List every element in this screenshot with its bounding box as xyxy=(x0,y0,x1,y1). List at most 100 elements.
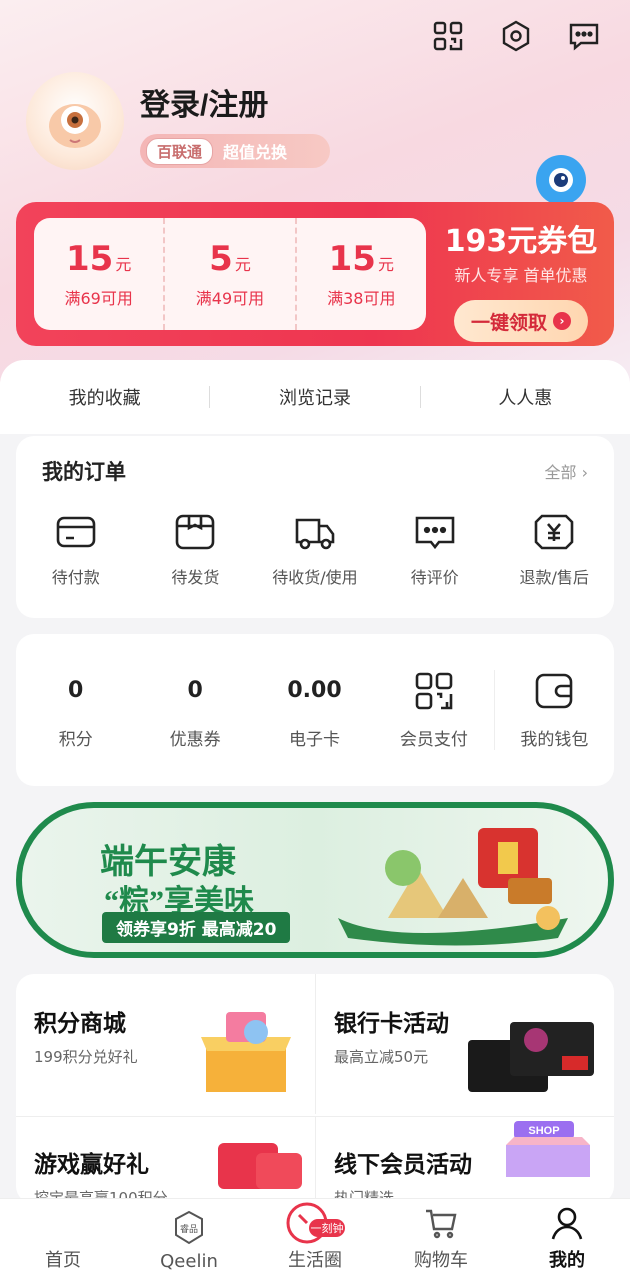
qeelin-icon: 睿品 xyxy=(175,1210,203,1245)
ecard-value: 0.00 xyxy=(287,678,342,703)
tab-label: 购物车 xyxy=(414,1250,468,1271)
coupon-amount: 5 xyxy=(209,239,233,279)
coupons-label: 优惠券 xyxy=(169,729,221,750)
order-refund[interactable]: 退款/售后 xyxy=(494,510,614,588)
coupon-condition: 满38可用 xyxy=(327,289,396,308)
member-pay-label: 会员支付 xyxy=(399,729,468,750)
life-circle-icon: 一刻钟 xyxy=(286,1202,345,1244)
assets-card: 0 积分 0 优惠券 0.00 电子卡 会员支付 我的钱包 xyxy=(16,634,614,786)
bank-card-activity-card[interactable]: 银行卡活动 最高立减50元 xyxy=(315,974,614,1114)
wallet-card-icon xyxy=(56,516,96,548)
order-pending-shipment[interactable]: 待发货 xyxy=(136,510,256,588)
points-item[interactable]: 0 积分 xyxy=(16,671,135,750)
ecard-label: 电子卡 xyxy=(289,729,341,750)
bailian-tag: 百联通 xyxy=(146,137,214,165)
comment-icon xyxy=(415,516,454,550)
tab-label: 生活圈 xyxy=(288,1250,342,1271)
delivery-truck-icon xyxy=(295,518,335,550)
order-label: 待评价 xyxy=(410,568,459,587)
qr-code-icon[interactable] xyxy=(430,18,466,54)
tab-cart[interactable]: 购物车 xyxy=(378,1199,504,1280)
wallet-item[interactable]: 我的钱包 xyxy=(495,671,614,750)
tab-qeelin[interactable]: 睿品 Qeelin xyxy=(126,1199,252,1280)
orders-title: 我的订单 xyxy=(42,460,126,484)
coupon-headline: 193元券包 xyxy=(444,224,598,259)
shop-storefront-icon: SHOP xyxy=(506,1121,590,1177)
member-pay-item[interactable]: 会员支付 xyxy=(374,671,493,750)
coupons-value: 0 xyxy=(187,678,203,703)
coupon-condition: 满49可用 xyxy=(195,289,265,308)
coupon-summary: 193元券包 新人专享 首单优惠 一键领取 › xyxy=(436,216,606,342)
message-icon[interactable] xyxy=(566,18,602,54)
feature-grid: 积分商城 199积分兑好礼 银行卡活动 最高立减50元 游戏赢好礼 挖宝最高赢1… xyxy=(16,974,614,1204)
coupon-item: 15 元 满38可用 xyxy=(297,218,426,330)
login-register-link[interactable]: 登录/注册 xyxy=(140,80,268,124)
zongzi-gift-icon xyxy=(338,828,568,946)
dragon-boat-promo-banner[interactable]: 端午安康 “粽”享美味 领券享9折 最高减20 xyxy=(16,802,614,958)
coupon-unit: 元 xyxy=(115,255,132,274)
bottom-tab-bar: 首页 睿品 Qeelin 一刻钟 生活圈 购物车 我的 xyxy=(0,1198,630,1280)
all-orders-link[interactable]: 全部 › xyxy=(544,459,588,483)
coupon-unit: 元 xyxy=(234,255,251,274)
game-rewards-card[interactable]: 游戏赢好礼 挖宝最高赢100积分 xyxy=(16,1116,315,1204)
tab-label: 首页 xyxy=(45,1250,81,1271)
order-label: 待收货/使用 xyxy=(272,568,358,587)
ecard-item[interactable]: 0.00 电子卡 xyxy=(255,671,374,750)
bank-card-icon xyxy=(468,1022,594,1092)
bailian-exchange-button[interactable]: 百联通 超值兑换 xyxy=(140,134,330,168)
tab-mine[interactable]: 我的 xyxy=(504,1199,630,1280)
tab-home[interactable]: 首页 xyxy=(0,1199,126,1280)
promo-pill: 领券享9折 最高减20 xyxy=(102,912,291,943)
wallet-label: 我的钱包 xyxy=(520,729,589,750)
coupon-amount: 15 xyxy=(328,239,376,279)
coupon-list: 15 元 满69可用 5元 满49可用 15 元 满38可用 xyxy=(34,218,426,330)
member-pay-qr-icon xyxy=(415,672,453,709)
claim-label: 一键领取 xyxy=(470,311,547,334)
order-label: 退款/售后 xyxy=(519,568,589,587)
mascot-avatar-icon xyxy=(49,104,101,148)
tab-badge: 一刻钟 xyxy=(311,1221,344,1235)
red-envelope-icon xyxy=(218,1143,302,1189)
wallet-icon xyxy=(536,673,573,708)
coupon-amount: 15 xyxy=(65,239,114,279)
order-label: 待发货 xyxy=(171,568,220,587)
tab-life-circle[interactable]: 一刻钟 生活圈 xyxy=(252,1199,378,1280)
coupon-condition: 满69可用 xyxy=(64,289,133,308)
order-label: 待付款 xyxy=(51,568,100,587)
chevron-right-icon: › xyxy=(581,463,588,482)
bailian-text: 超值兑换 xyxy=(223,143,288,162)
gift-box-icon xyxy=(201,1012,291,1092)
chevron-right-icon: › xyxy=(553,312,571,330)
points-value: 0 xyxy=(68,678,84,703)
coupons-item[interactable]: 0 优惠券 xyxy=(135,671,254,750)
cart-icon xyxy=(426,1209,457,1239)
renrenhui-link[interactable]: 人人惠 xyxy=(421,384,630,410)
top-icons xyxy=(430,18,602,54)
package-box-icon xyxy=(176,514,215,550)
svg-text:睿品: 睿品 xyxy=(180,1223,198,1235)
favorites-link[interactable]: 我的收藏 xyxy=(0,384,209,410)
new-user-coupon-banner[interactable]: 15 元 满69可用 5元 满49可用 15 元 满38可用 193元券包 新人专享… xyxy=(16,202,614,346)
history-link[interactable]: 浏览记录 xyxy=(210,384,419,410)
shop-badge-text: SHOP xyxy=(528,1125,559,1137)
order-pending-receipt[interactable]: 待收货/使用 xyxy=(255,510,375,588)
tab-label: Qeelin xyxy=(160,1251,218,1272)
tab-label: 我的 xyxy=(549,1250,585,1271)
offline-member-activity-card[interactable]: 线下会员活动 热门精选 SHOP xyxy=(315,1116,614,1204)
claim-coupon-button[interactable]: 一键领取 › xyxy=(454,300,588,342)
mascot-float-icon[interactable] xyxy=(536,155,586,205)
order-pending-payment[interactable]: 待付款 xyxy=(16,510,136,588)
all-orders-label: 全部 xyxy=(544,463,577,482)
points-mall-card[interactable]: 积分商城 199积分兑好礼 xyxy=(16,974,315,1114)
points-label: 积分 xyxy=(58,729,93,750)
coupon-unit: 元 xyxy=(377,255,394,274)
coupon-item: 5元 满49可用 xyxy=(165,218,297,330)
settings-icon[interactable] xyxy=(498,18,534,54)
avatar[interactable] xyxy=(26,72,124,170)
my-orders-card: 我的订单 全部 › 待付款 待发货 待收货/使用 待评价 退款/售后 xyxy=(16,436,614,618)
order-pending-review[interactable]: 待评价 xyxy=(375,510,495,588)
refund-icon xyxy=(534,514,574,550)
coupon-item: 15 元 满69可用 xyxy=(34,218,166,330)
quick-links: 我的收藏 浏览记录 人人惠 xyxy=(0,360,630,434)
coupon-subline: 新人专享 首单优惠 xyxy=(454,266,588,285)
